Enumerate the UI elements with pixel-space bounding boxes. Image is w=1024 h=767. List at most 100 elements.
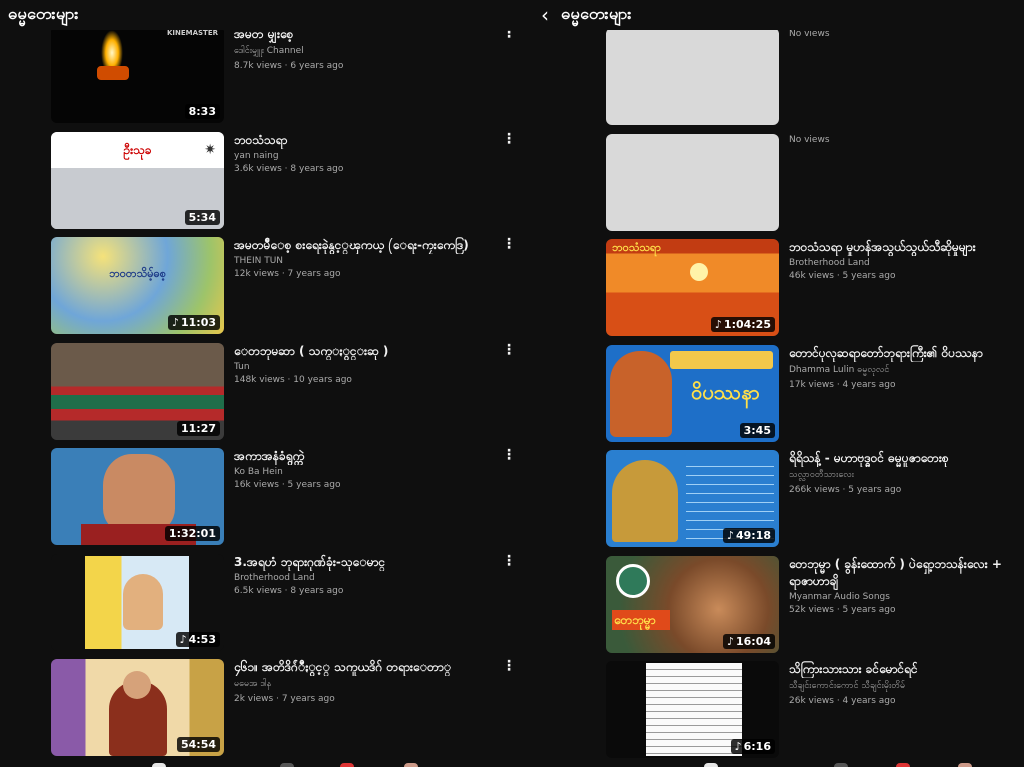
video-item[interactable]: 54:54 ၄၆၁။ အတိဒိဂ်ံဳႏွင့္ သကူယဒိဂ် တရားေ…	[0, 659, 527, 765]
more-vert-icon[interactable]: ⋮	[501, 237, 517, 253]
video-meta: 148k views · 10 years ago	[234, 374, 352, 385]
video-title[interactable]: ၄၆၁။ အတိဒိဂ်ံဳႏွင့္ သကူယဒိဂ် တရားေတာ္	[234, 659, 497, 676]
right-header: ‹ ဓမ္မတေးများ	[527, 0, 1024, 30]
video-item[interactable]: တေဘုမ္မာ ♪ 16:04 တေဘုမ္မာ ( ခွန်းထောက် ) …	[527, 555, 1024, 662]
view-count: No views	[789, 134, 830, 145]
channel-name[interactable]: Dhamma Lulin ဓမ္မလုလင်	[789, 364, 1024, 377]
video-item[interactable]: 1:32:01 အကာအနံခံရွက္ကဲ Ko Ba Hein 16k vi…	[0, 448, 527, 554]
channel-name[interactable]: yan naing	[234, 151, 497, 161]
back-arrow-icon[interactable]: ‹	[541, 5, 549, 25]
video-item[interactable]: ♪ 49:18 ရိရိသန့် - မဟာဗုဒ္ဓဝင် ဓမ္မပူဇာတေ…	[527, 450, 1024, 556]
video-item[interactable]: ဘဝတသိမ့်ဓစ့ ♪ 11:03 အမတမ်ဳေစ့ စးရေးခုဲနွင…	[0, 237, 527, 343]
video-thumbnail[interactable]	[606, 28, 779, 125]
video-title[interactable]: တောင်ပုလုဆရာတော်ဘုရားကြီး၏ ဝိပဿနာ	[789, 345, 1024, 362]
nav-icon[interactable]	[280, 763, 294, 767]
video-thumbnail[interactable]: 54:54	[51, 659, 224, 756]
video-thumbnail[interactable]: ဝိပဿနာ 3:45	[606, 344, 779, 442]
channel-name[interactable]: Myanmar Audio Songs	[789, 592, 1024, 602]
avatar[interactable]	[958, 763, 972, 767]
view-count: 52k views	[789, 604, 834, 615]
more-vert-icon[interactable]: ⋮	[501, 343, 517, 359]
video-thumbnail[interactable]: KINEMASTER 8:33	[51, 26, 224, 123]
music-note-icon: ♪	[726, 529, 734, 542]
view-count: 148k views	[234, 374, 285, 385]
channel-name[interactable]: Tun	[234, 362, 497, 372]
thumbnail-caption: ဘဝတသိမ့်ဓစ့	[109, 267, 166, 280]
video-thumbnail[interactable]: 11:27	[51, 342, 224, 440]
video-item[interactable]: ♪ 6:16 သိကြားသားသား ခင်မောင်ရင် သီချင်းကေ…	[527, 661, 1024, 767]
thumbnail-caption: ဝိပဿနာ	[691, 379, 760, 404]
video-title[interactable]: တေဘုမ္မာ ( ခွန်းထောက် ) ပဲရှော့ဘသန်းလေး …	[789, 556, 1024, 590]
video-thumbnail[interactable]	[606, 133, 779, 231]
video-title[interactable]: ဘဝသံသရာ	[234, 132, 497, 149]
thumbnail-caption: တေဘုမ္မာ	[614, 612, 656, 627]
more-vert-icon[interactable]: ⋮	[501, 448, 517, 464]
video-info: တေဘုမ္မာ ( ခွန်းထောက် ) ပဲရှော့ဘသန်းလေး …	[789, 556, 1024, 615]
upload-age: 5 years ago	[842, 604, 896, 615]
upload-age: 6 years ago	[290, 61, 344, 71]
view-count: 26k views	[789, 696, 834, 706]
video-title[interactable]: အမတမ်ဳေစ့ စးရေးခုဲနွင့္ၾကယ့ (ေရး-ကၠးကေဒြ…	[234, 237, 497, 254]
video-thumbnail[interactable]: 1:32:01	[51, 448, 224, 545]
video-info: အမတ မျှးစေ့ ဒေါင်းမျှူး Channel 8.7k vie…	[234, 26, 497, 71]
video-title[interactable]: 3.အရဟံ ဘုရားဂုဏ်ခုံး-သုေမာင္	[234, 554, 497, 571]
music-note-icon: ♪	[179, 632, 187, 646]
video-item[interactable]: KINEMASTER 8:33 အမတ မျှးစေ့ ဒေါင်းမျှူး …	[0, 26, 527, 132]
duration-text: 6:16	[743, 740, 771, 753]
channel-name[interactable]: Ko Ba Hein	[234, 467, 497, 477]
video-meta: 8.7k views · 6 years ago	[234, 61, 344, 71]
more-vert-icon[interactable]: ⋮	[501, 132, 517, 148]
video-title[interactable]: ဘဝသံသရာ မှုဟန်အသွယ်သွယ်သီဆိုမှုများ	[789, 239, 1024, 256]
page-title: ဓမ္မတေးများ	[8, 4, 79, 23]
video-thumbnail[interactable]: ဘဝတသိမ့်ဓစ့ ♪ 11:03	[51, 237, 224, 334]
video-info: ေတဘုမဆာ ( သက္ႏွင္းဆု ) Tun 148k views · …	[234, 343, 497, 385]
title-banner	[670, 350, 773, 369]
nav-icon[interactable]	[834, 763, 848, 767]
duration-text: 4:53	[188, 632, 216, 646]
channel-name[interactable]: Brotherhood Land	[234, 573, 497, 583]
video-duration: 3:45	[739, 422, 775, 438]
home-icon[interactable]	[152, 763, 166, 767]
video-item[interactable]: ဝိပဿနာ 3:45 တောင်ပုလုဆရာတော်ဘုရားကြီး၏ ဝ…	[527, 344, 1024, 451]
lyrics-sheet	[646, 663, 742, 756]
more-vert-icon[interactable]: ⋮	[501, 554, 517, 570]
video-item[interactable]: No views	[527, 28, 1024, 134]
video-thumbnail[interactable]: ♪ 4:53	[51, 553, 224, 651]
nav-icon[interactable]	[896, 763, 910, 767]
video-title[interactable]: အကာအနံခံရွက္ကဲ	[234, 448, 497, 465]
video-thumbnail[interactable]: ♪ 6:16	[606, 661, 779, 758]
video-item[interactable]: ဘဝသံသရာ ♪ 1:04:25 ဘဝသံသရာ မှုဟန်အသွယ်သွယ်…	[527, 239, 1024, 345]
candle-icon	[97, 66, 129, 80]
video-title[interactable]: သိကြားသားသား ခင်မောင်ရင်	[789, 661, 1024, 678]
video-title[interactable]: ရိရိသန့် - မဟာဗုဒ္ဓဝင် ဓမ္မပူဇာတေးစု	[789, 450, 1024, 467]
video-title[interactable]: ေတဘုမဆာ ( သက္ႏွင္းဆု )	[234, 343, 497, 360]
channel-name[interactable]: မမေအ ဒါန	[234, 678, 497, 691]
channel-name[interactable]: THEIN TUN	[234, 256, 497, 266]
video-thumbnail[interactable]: ဘဝသံသရာ ♪ 1:04:25	[606, 239, 779, 336]
upload-age: 5 years ago	[287, 480, 341, 490]
monk-portrait	[610, 350, 672, 437]
home-icon[interactable]	[704, 763, 718, 767]
channel-name[interactable]: Brotherhood Land	[789, 258, 1024, 268]
upload-age: 8 years ago	[290, 585, 344, 596]
more-vert-icon[interactable]: ⋮	[501, 659, 517, 675]
nav-icon[interactable]	[340, 763, 354, 767]
avatar[interactable]	[404, 763, 418, 767]
video-thumbnail[interactable]: ဦးသုခ ✷ 5:34	[51, 131, 224, 229]
video-info: ရိရိသန့် - မဟာဗုဒ္ဓဝင် ဓမ္မပူဇာတေးစု သလ္…	[789, 450, 1024, 495]
video-duration: 8:33	[184, 104, 220, 119]
video-thumbnail[interactable]: ♪ 49:18	[606, 450, 779, 547]
channel-name[interactable]: သလ္လာဝတီသားလေး	[789, 469, 1024, 482]
video-thumbnail[interactable]: တေဘုမ္မာ ♪ 16:04	[606, 555, 779, 653]
video-item[interactable]: ♪ 4:53 3.အရဟံ ဘုရားဂုဏ်ခုံး-သုေမာင္ Broth…	[0, 553, 527, 660]
video-item[interactable]: No views	[527, 133, 1024, 240]
video-item[interactable]: 11:27 ေတဘုမဆာ ( သက္ႏွင္းဆု ) Tun 148k vi…	[0, 342, 527, 449]
video-meta: 3.6k views · 8 years ago	[234, 163, 344, 174]
channel-name[interactable]: သီချင်းကောင်းကောင် သီချင်းမိုးတိမ်	[789, 680, 1024, 693]
video-item[interactable]: ဦးသုခ ✷ 5:34 ဘဝသံသရာ yan naing 3.6k view…	[0, 131, 527, 238]
channel-name[interactable]: ဒေါင်းမျှူး Channel	[234, 45, 497, 58]
video-info: No views	[789, 134, 1024, 145]
left-header: ဓမ္မတေးများ	[0, 0, 527, 30]
left-pane: ဓမ္မတေးများ KINEMASTER 8:33 အမတ မျှးစေ့ …	[0, 0, 527, 767]
thumbnail-caption: ဦးသုခ	[123, 142, 152, 157]
